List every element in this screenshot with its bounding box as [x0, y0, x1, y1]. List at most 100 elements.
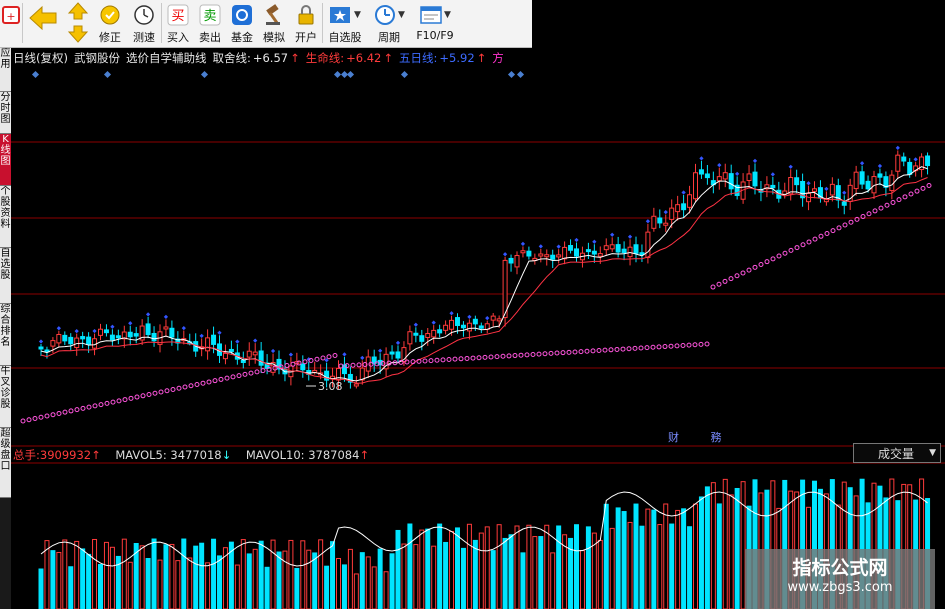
support-dot: [302, 359, 308, 365]
signal-marker: [842, 190, 847, 195]
candle-body: [80, 336, 86, 340]
chevron-down-icon[interactable]: ▼: [398, 10, 405, 20]
signal-marker: [110, 324, 115, 329]
fund-button[interactable]: 基金: [226, 0, 258, 46]
support-dot: [782, 250, 788, 256]
chevron-down-icon[interactable]: ▼: [354, 10, 361, 20]
candle-body: [574, 248, 579, 257]
signal-marker: [520, 241, 526, 247]
volume-bar: [92, 538, 98, 609]
period-button[interactable]: ▼ 周期: [367, 0, 411, 46]
volume-bar: [413, 544, 419, 609]
side-tab-5[interactable]: 自选股: [0, 248, 11, 304]
candle-body: [437, 329, 443, 334]
candle-body: [562, 246, 568, 260]
signal-marker: [610, 232, 615, 237]
support-dot: [446, 357, 452, 363]
volume-bar: [621, 511, 627, 609]
financial-marker[interactable]: 财 務: [668, 429, 736, 445]
side-tab-7[interactable]: 牛叉诊股: [0, 366, 11, 428]
support-dot: [668, 343, 674, 349]
f10-button[interactable]: ▼ F10/F9: [411, 0, 459, 46]
speed-test-button[interactable]: 测速: [127, 0, 161, 46]
support-dot: [86, 404, 92, 410]
candle-body: [853, 171, 859, 190]
arrow-down-icon[interactable]: [67, 24, 89, 47]
arrow-up-icon[interactable]: [67, 1, 89, 24]
volume-bar: [639, 525, 645, 609]
sell-button[interactable]: 卖 卖出: [194, 0, 226, 46]
support-dot: [320, 355, 326, 361]
signal-marker: [592, 239, 597, 244]
support-dot: [32, 415, 38, 421]
fix-button[interactable]: 修正: [93, 0, 127, 46]
line3-label: 五日线:: [399, 51, 438, 65]
back-button[interactable]: [23, 0, 63, 46]
volume-bar: [38, 568, 44, 609]
volume-bar: [478, 532, 484, 609]
side-tab-4[interactable]: 个股资料: [0, 186, 11, 248]
support-dot: [548, 350, 554, 356]
support-dot: [188, 383, 194, 389]
support-dot: [698, 341, 704, 347]
f10-label: F10/F9: [416, 29, 454, 42]
candle-body: [252, 351, 258, 356]
signal-marker: [824, 186, 829, 192]
side-tab-6[interactable]: 综合排名: [0, 304, 11, 366]
candle-body: [98, 328, 103, 336]
sell-label: 卖出: [199, 31, 221, 44]
candle-body: [490, 315, 496, 321]
total-volume-value: 3909932: [39, 448, 92, 462]
support-dot: [494, 354, 500, 360]
volume-bar: [86, 553, 92, 609]
candle-body: [413, 332, 419, 336]
ma5-line: [40, 166, 928, 382]
support-dot: [656, 344, 662, 350]
support-dot: [194, 381, 200, 387]
support-dot: [134, 394, 140, 400]
volume-bar: [496, 524, 502, 609]
candle-body: [865, 180, 871, 190]
open-account-button[interactable]: 开户: [290, 0, 322, 46]
candle-body: [829, 183, 835, 196]
support-dot: [458, 356, 464, 362]
side-tab-2[interactable]: 分时图: [0, 92, 11, 134]
volume-bar: [312, 552, 318, 609]
line2-label: 生命线:: [305, 51, 345, 65]
side-tab-8[interactable]: 超级盘口: [0, 428, 11, 498]
signal-marker: [627, 234, 633, 239]
support-dot: [62, 409, 68, 415]
support-dot: [662, 344, 668, 350]
buy-glyph: 买: [171, 9, 184, 24]
support-dot: [332, 352, 338, 358]
volume-bar: [282, 550, 288, 609]
support-dot: [122, 397, 128, 403]
volume-bar: [157, 559, 163, 609]
support-dot: [764, 259, 770, 265]
support-dot: [206, 379, 212, 385]
simulate-button[interactable]: 模拟: [258, 0, 290, 46]
candle-body: [693, 172, 698, 200]
support-dot: [680, 342, 686, 348]
chevron-down-icon[interactable]: ▼: [444, 10, 451, 20]
signal-marker: [449, 311, 454, 316]
buy-button[interactable]: 买 买入: [162, 0, 194, 46]
volume-bar: [579, 550, 585, 609]
kline-chart[interactable]: 3.08: [11, 66, 945, 609]
watchlist-button[interactable]: ▼ 自选股: [323, 0, 367, 46]
volume-indicator-select[interactable]: 成交量 ▼: [853, 443, 941, 463]
support-dot: [566, 349, 572, 355]
volume-bar: [716, 503, 722, 609]
support-dot: [848, 219, 854, 225]
side-tab-1[interactable]: 应用: [0, 48, 11, 92]
volume-bar: [484, 526, 490, 609]
support-dot: [596, 348, 602, 354]
signal-marker: [181, 325, 186, 331]
volume-bar: [50, 550, 56, 609]
site-watermark: 指标公式网 www.zbgs3.com: [745, 549, 935, 609]
scroll-buttons[interactable]: [63, 0, 93, 46]
app-logo-button[interactable]: +: [0, 0, 22, 46]
open-account-icon: [294, 3, 318, 27]
candle-body: [258, 350, 264, 366]
side-tab-3[interactable]: K线图: [0, 134, 11, 186]
